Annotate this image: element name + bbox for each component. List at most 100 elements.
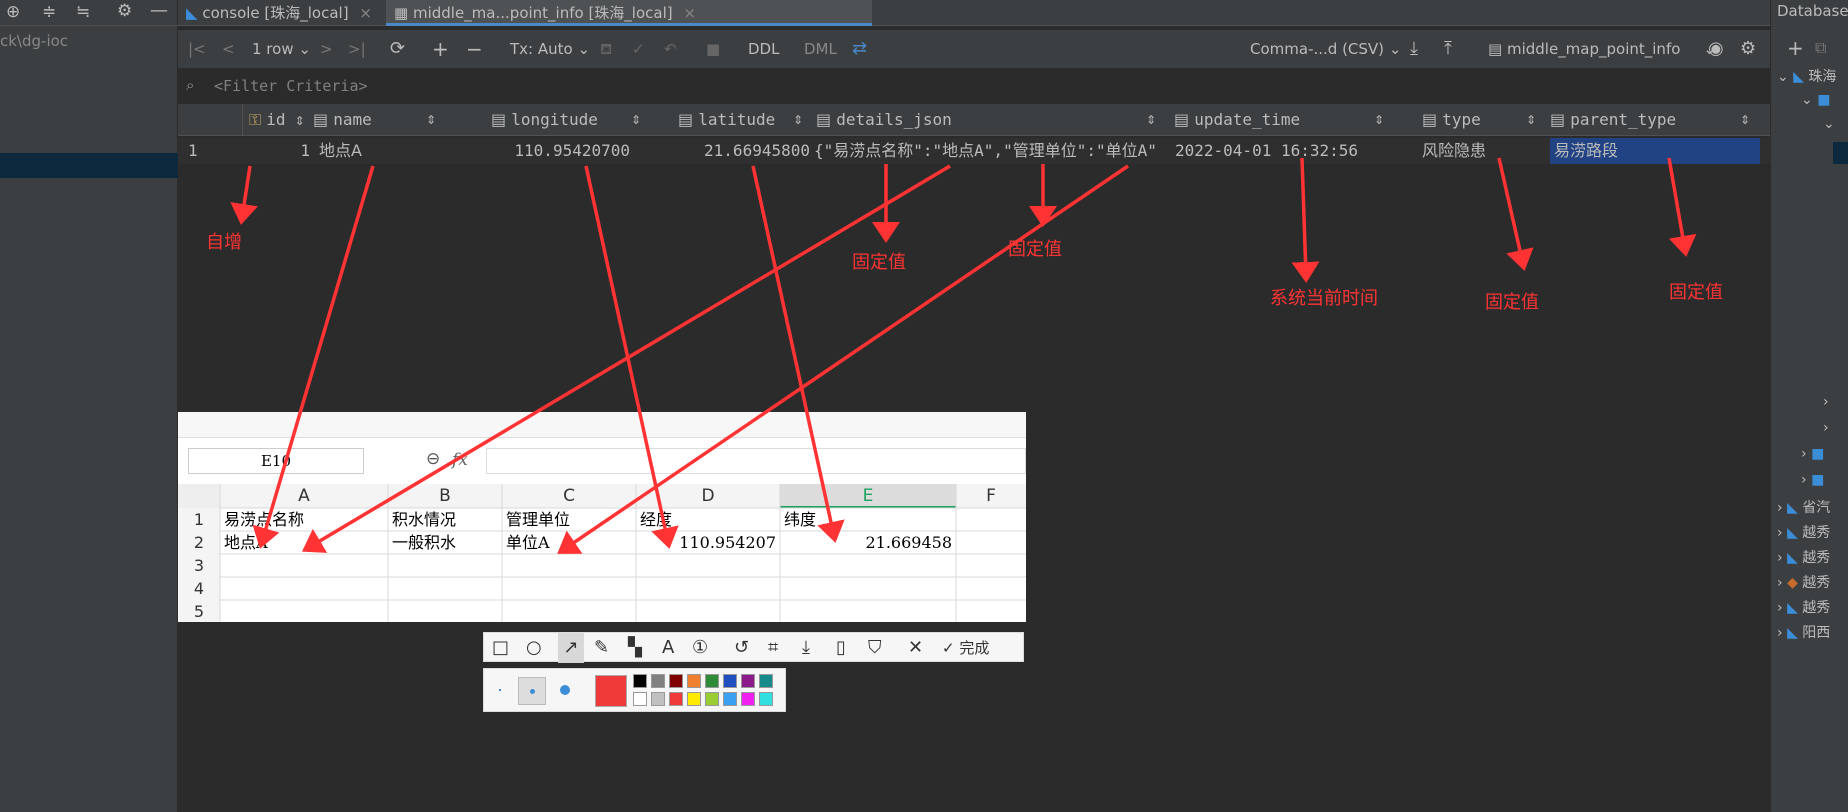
check-icon[interactable]: ✓ [632, 30, 645, 68]
current-color-swatch[interactable] [595, 675, 627, 707]
tree-item[interactable]: › ■ [1801, 446, 1824, 462]
done-button[interactable]: ✓ 完成 [942, 633, 989, 663]
sort-icon[interactable]: ⇕ [426, 104, 436, 136]
tree-item[interactable]: ⌄ ◣ 珠海 [1777, 66, 1836, 86]
color-swatch[interactable] [705, 674, 719, 688]
tree-item[interactable]: › ◣ 越秀 [1777, 597, 1830, 617]
color-swatch[interactable] [759, 674, 773, 688]
color-swatch[interactable] [705, 692, 719, 706]
color-swatch[interactable] [651, 692, 665, 706]
sheet-cell[interactable]: 纬度 [784, 508, 954, 531]
sheet-cell[interactable]: 易涝点名称 [224, 508, 386, 531]
sheet-cell[interactable]: 一般积水 [392, 531, 500, 554]
tab-console[interactable]: ◣ console [珠海_local] × [178, 0, 385, 26]
sheet-cell[interactable]: 单位A [506, 531, 634, 554]
sheet-cell[interactable]: 110.954207 [640, 531, 776, 554]
refresh-icon[interactable]: ⟳ [390, 30, 405, 68]
last-page-icon[interactable]: >| [348, 30, 366, 68]
copy-icon[interactable]: ⧉ [1815, 38, 1826, 58]
prev-page-icon[interactable]: < [222, 30, 235, 68]
col-header-longitude[interactable]: ▤ longitude ⇕ [491, 104, 671, 136]
delete-row-icon[interactable]: − [466, 30, 483, 68]
col-header-update-time[interactable]: ▤ update_time ⇕ [1174, 104, 1386, 136]
commit-icon[interactable]: ⛾ [600, 30, 612, 68]
sheet-cell[interactable]: 经度 [640, 508, 778, 531]
sort-icon[interactable]: ⇕ [295, 114, 305, 128]
rollback-icon[interactable]: ↶ [664, 30, 677, 68]
next-page-icon[interactable]: > [320, 30, 333, 68]
compare-icon[interactable]: ⇄ [852, 30, 867, 68]
rectangle-icon[interactable]: □ [492, 633, 509, 663]
sort-icon[interactable]: ⇕ [1526, 104, 1536, 136]
close-icon[interactable]: ✕ [908, 633, 923, 663]
first-page-icon[interactable]: |< [188, 30, 206, 68]
tx-mode-dropdown[interactable]: Tx: Auto ⌄ [510, 30, 590, 68]
color-swatch[interactable] [741, 674, 755, 688]
tree-item[interactable]: ⌄ ■ [1801, 92, 1830, 108]
selected-tree-row[interactable] [0, 153, 178, 178]
size-medium-button[interactable] [518, 677, 546, 705]
table-selector[interactable]: ▤ middle_map_point_info ⌄ [1488, 30, 1716, 68]
color-swatch[interactable] [723, 674, 737, 688]
export-format-dropdown[interactable]: Comma-...d (CSV) ⌄ [1250, 30, 1401, 68]
mosaic-icon[interactable]: ▚ [628, 633, 642, 663]
color-swatch[interactable] [651, 674, 665, 688]
close-icon[interactable]: × [683, 4, 696, 22]
tree-item[interactable]: › ◣ 阳西 [1777, 622, 1830, 642]
tree-item[interactable]: ⌄ [1823, 116, 1835, 132]
ddl-button[interactable]: DDL [748, 30, 779, 68]
sheet-cell[interactable]: 21.669458 [784, 531, 952, 554]
minimize-icon[interactable]: — [150, 0, 168, 21]
gear-icon[interactable]: ⚙ [117, 1, 132, 21]
text-icon[interactable]: A [662, 633, 674, 663]
color-swatch[interactable] [759, 692, 773, 706]
collapse-all-icon[interactable]: ≒ [76, 2, 90, 22]
selected-tree-row[interactable] [1833, 142, 1848, 164]
add-icon[interactable]: + [1787, 36, 1804, 60]
cell-id[interactable]: 1 [220, 138, 310, 164]
stop-icon[interactable]: ■ [706, 30, 720, 68]
tree-item[interactable]: › ◆ 越秀 [1777, 572, 1830, 592]
undo-icon[interactable]: ↺ [734, 633, 749, 663]
expand-all-icon[interactable]: ≑ [42, 2, 56, 22]
tab-table[interactable]: ▦ middle_ma...point_info [珠海_local] × [386, 0, 872, 26]
size-small-dot[interactable] [499, 689, 501, 691]
sort-icon[interactable]: ⇕ [1146, 104, 1156, 136]
size-large-dot[interactable] [560, 685, 570, 695]
close-icon[interactable]: × [359, 4, 372, 22]
cell-parent-type[interactable]: 易涝路段 [1550, 138, 1760, 164]
eye-icon[interactable]: ◉ [1708, 30, 1724, 68]
filter-input[interactable]: <Filter Criteria> [214, 77, 368, 95]
sort-icon[interactable]: ⇕ [1374, 104, 1384, 136]
color-swatch[interactable] [633, 674, 647, 688]
tree-item[interactable]: › ■ [1801, 472, 1824, 488]
sort-icon[interactable]: ⇕ [631, 104, 641, 136]
tree-item[interactable]: › [1823, 420, 1829, 436]
sheet-cell[interactable]: 积水情况 [392, 508, 500, 531]
ellipse-icon[interactable]: ○ [526, 633, 542, 663]
sort-icon[interactable]: ⇕ [1740, 104, 1750, 136]
color-swatch[interactable] [669, 692, 683, 706]
tree-item[interactable]: › ◣ 越秀 [1777, 547, 1830, 567]
color-swatch[interactable] [669, 674, 683, 688]
col-header-name[interactable]: ▤ name ⇕ [313, 104, 441, 136]
col-header-type[interactable]: ▤ type ⇕ [1422, 104, 1542, 136]
cell-details-json[interactable]: {"易涝点名称":"地点A","管理单位":"单位A" [814, 138, 1166, 164]
arrow-icon[interactable]: ↗ [558, 633, 584, 663]
col-header-latitude[interactable]: ▤ latitude ⇕ [678, 104, 818, 136]
rows-dropdown[interactable]: 1 row ⌄ [252, 30, 311, 68]
tree-item[interactable]: › ◣ 越秀 [1777, 522, 1830, 542]
gear-icon[interactable]: ⚙ [1740, 30, 1756, 68]
phone-icon[interactable]: ▯ [836, 633, 846, 663]
download-icon[interactable]: ⤓ [802, 633, 810, 663]
bookmark-icon[interactable]: ⛉ [868, 633, 882, 663]
cell-name[interactable]: 地点A [319, 138, 362, 164]
color-swatch[interactable] [687, 674, 701, 688]
color-swatch[interactable] [741, 692, 755, 706]
add-row-icon[interactable]: + [432, 30, 449, 68]
color-swatch[interactable] [723, 692, 737, 706]
cell-latitude[interactable]: 21.66945800 [650, 138, 810, 164]
col-header-details-json[interactable]: ▤ details_json ⇕ [816, 104, 1156, 136]
project-path[interactable]: ck\dg-ioc [0, 32, 68, 50]
tree-item[interactable]: › ◣ 省汽 [1777, 497, 1830, 517]
